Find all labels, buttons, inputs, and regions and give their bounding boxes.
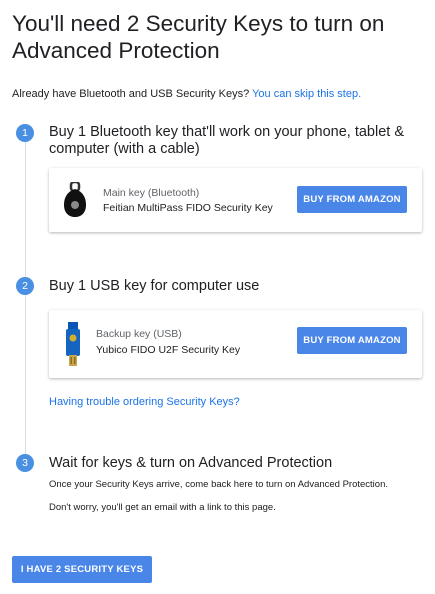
step-3-title: Wait for keys & turn on Advanced Protect… [49, 455, 333, 471]
step-3-badge: 3 [16, 454, 34, 472]
step-connector-line [25, 133, 26, 458]
key-type-label: Backup key (USB) [96, 328, 182, 340]
step-2-badge: 2 [16, 277, 34, 295]
usb-key-icon [66, 322, 80, 366]
buy-bluetooth-key-button[interactable]: BUY FROM AMAZON [297, 186, 407, 213]
skip-step-link[interactable]: You can skip this step. [252, 88, 361, 100]
buy-usb-key-button[interactable]: BUY FROM AMAZON [297, 327, 407, 354]
page-title: You'll need 2 Security Keys to turn on A… [12, 11, 385, 63]
have-two-keys-button[interactable]: I HAVE 2 SECURITY KEYS [12, 556, 152, 583]
step-3-note: Don't worry, you'll get an email with a … [49, 502, 276, 513]
intro-question: Already have Bluetooth and USB Security … [12, 88, 253, 100]
key-product-name: Yubico FIDO U2F Security Key [96, 344, 241, 356]
intro-text: Already have Bluetooth and USB Security … [12, 88, 361, 100]
trouble-ordering-link[interactable]: Having trouble ordering Security Keys? [49, 396, 240, 408]
step-3-instruction: Once your Security Keys arrive, come bac… [49, 479, 389, 490]
key-type-label: Main key (Bluetooth) [103, 187, 200, 199]
step-1-badge: 1 [16, 124, 34, 142]
bluetooth-key-card: Main key (Bluetooth) Feitian MultiPass F… [49, 168, 422, 232]
bluetooth-key-icon [64, 182, 86, 217]
usb-key-card: Backup key (USB) Yubico FIDO U2F Securit… [49, 310, 422, 378]
step-2-title: Buy 1 USB key for computer use [49, 278, 260, 294]
key-product-name: Feitian MultiPass FIDO Security Key [103, 202, 273, 214]
step-1-title: Buy 1 Bluetooth key that'll work on your… [49, 124, 405, 157]
